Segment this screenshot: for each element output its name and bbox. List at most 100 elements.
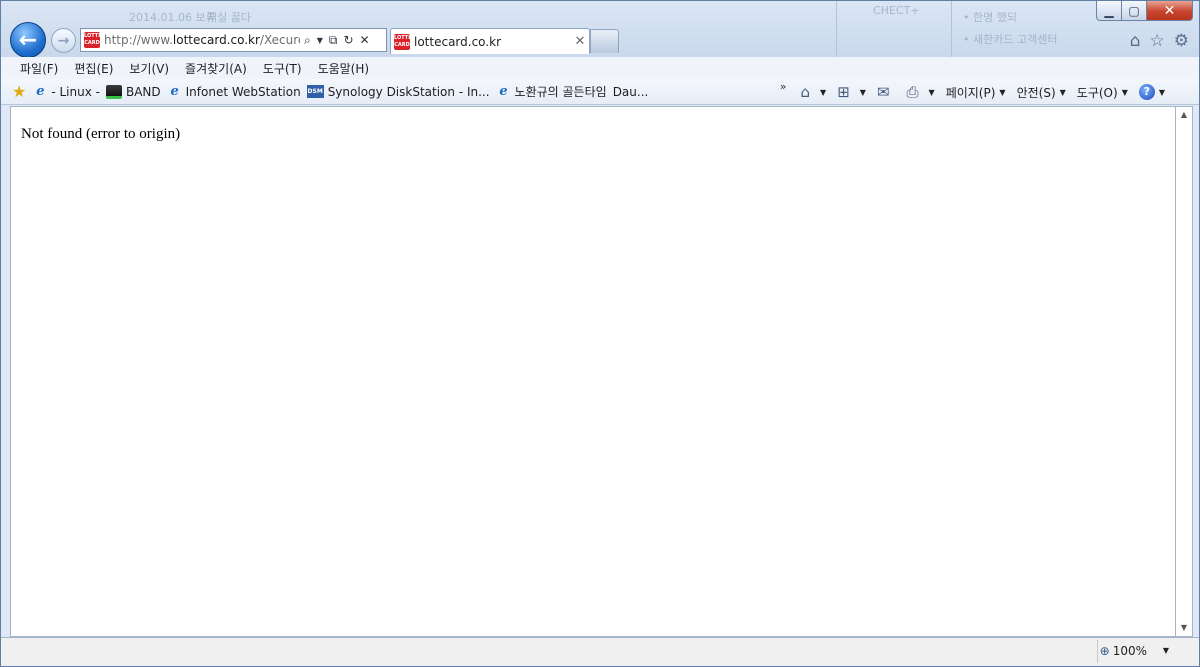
minimize-button[interactable]: ▁: [1096, 1, 1122, 21]
favorite-item-band[interactable]: BAND: [105, 84, 161, 99]
read-mail-button[interactable]: ✉: [877, 83, 896, 101]
rss-feed-icon: ⊞: [837, 83, 850, 101]
scroll-down-arrow-icon[interactable]: ▼: [1176, 620, 1192, 636]
site-icon-text: LOTTE: [394, 34, 412, 41]
status-text-area: [10, 640, 1098, 663]
dsm-icon: DSM: [306, 85, 324, 98]
help-icon: ?: [1138, 84, 1155, 100]
back-button[interactable]: ←: [10, 22, 46, 58]
band-icon: [105, 84, 122, 99]
home-icon: ⌂: [800, 83, 811, 101]
url-domain: lottecard.co.kr: [172, 33, 260, 47]
dropdown-arrow-icon[interactable]: ▼: [929, 88, 935, 97]
status-bar: ⊕ 100% ▼: [1, 637, 1199, 666]
dropdown-arrow-icon[interactable]: ▼: [860, 88, 866, 97]
menu-view[interactable]: 보기(V): [121, 60, 177, 77]
browser-window: 2014.01.06 보류 저실 꿇다 CHECT+ • 한명 했되 • 새한카…: [0, 0, 1200, 667]
arrow-right-icon: →: [57, 32, 70, 49]
page-menu-label: 페이지(P): [945, 85, 996, 100]
command-bar: » ⌂▼ ⊞▼ ✉ ⎙▼ 페이지(P)▼ 안전(S)▼ 도구(O)▼: [780, 79, 1199, 105]
page-menu-button[interactable]: 페이지(P) ▼: [946, 84, 1006, 101]
browser-right-icons: ⌂ ☆ ⚙: [1130, 31, 1189, 51]
tab-lottecard[interactable]: LOTTE CARD lottecard.co.kr ✕: [390, 28, 590, 54]
favorites-overflow-chevron[interactable]: »: [780, 80, 787, 93]
lottecard-site-icon: LOTTE CARD: [394, 33, 412, 50]
url-prefix: http://www.: [104, 33, 173, 47]
menu-file[interactable]: 파일(F): [12, 60, 66, 77]
zoom-dropdown-arrow-icon[interactable]: ▼: [1163, 646, 1169, 655]
favorite-item-linux[interactable]: e - Linux -: [32, 84, 100, 100]
ghost-text: 저실 꿇다: [207, 11, 251, 24]
zoom-control[interactable]: ⊕ 100%: [1100, 644, 1147, 658]
menu-edit[interactable]: 편집(E): [66, 60, 121, 77]
new-tab-button[interactable]: [590, 29, 619, 53]
menu-tools[interactable]: 도구(T): [255, 60, 310, 77]
ghost-text: CHECT+: [873, 4, 920, 17]
favorite-item-daum[interactable]: Dau...: [613, 85, 649, 99]
feeds-button[interactable]: ⊞ ▼: [837, 83, 866, 101]
vertical-scrollbar[interactable]: ▲ ▼: [1176, 106, 1193, 637]
favorite-label: Dau...: [612, 84, 649, 99]
zoom-level: 100%: [1112, 644, 1147, 658]
favorite-item-infonet[interactable]: e Infonet WebStation: [167, 84, 301, 100]
dropdown-arrow-icon[interactable]: ▼: [820, 88, 826, 97]
compatibility-view-icon[interactable]: ⧉: [329, 33, 338, 48]
site-icon-text: CARD: [84, 40, 100, 46]
site-icon-text: CARD: [394, 41, 410, 48]
maximize-button[interactable]: ▢: [1122, 1, 1147, 21]
lottecard-site-icon: LOTTE CARD: [84, 32, 102, 48]
ie-page-icon: e: [36, 83, 45, 99]
search-icon[interactable]: ⌕: [304, 33, 311, 48]
favorites-star-icon[interactable]: ☆: [1150, 31, 1165, 51]
url-text[interactable]: http://www.lottecard.co.kr/XecureOb: [104, 33, 300, 47]
favorite-label: - Linux -: [51, 84, 100, 99]
stop-icon[interactable]: ✕: [360, 33, 370, 47]
dropdown-arrow-icon: ▼: [1121, 87, 1128, 97]
ie-page-icon: e: [499, 83, 508, 99]
favorite-item-goldentime[interactable]: e 노환규의 골든타임: [496, 83, 607, 100]
site-icon-text: LOTTE: [84, 33, 102, 39]
ghost-text: • 한명 했되: [963, 11, 1017, 24]
help-menu-button[interactable]: ? ▼: [1138, 84, 1165, 100]
add-favorite-star-icon[interactable]: ★: [12, 82, 26, 101]
favorite-label: Synology DiskStation - In...: [327, 84, 490, 99]
safety-menu-label: 안전(S): [1016, 85, 1056, 100]
ie-page-icon: e: [170, 83, 179, 99]
menu-bar: 파일(F) 편집(E) 보기(V) 즐겨찾기(A) 도구(T) 도움말(H): [1, 57, 1199, 79]
home-button[interactable]: ⌂ ▼: [801, 83, 827, 101]
tools-menu-label: 도구(O): [1076, 85, 1118, 100]
dropdown-arrow-icon: ▼: [1158, 87, 1165, 97]
menu-favorites[interactable]: 즐겨찾기(A): [177, 60, 255, 77]
forward-button[interactable]: →: [51, 28, 76, 53]
close-tab-icon[interactable]: ✕: [571, 34, 589, 49]
zoom-magnifier-icon: ⊕: [1099, 644, 1110, 658]
tab-title: lottecard.co.kr: [414, 34, 501, 49]
close-window-button[interactable]: ✕: [1147, 1, 1193, 21]
ghost-text: 2014.01.06 보류: [129, 11, 216, 24]
tools-menu-button[interactable]: 도구(O) ▼: [1077, 84, 1128, 101]
favorites-bar: ★ e - Linux - BAND e Infonet WebStation …: [1, 79, 1199, 105]
url-path: /XecureOb: [259, 33, 300, 47]
menu-help[interactable]: 도움말(H): [310, 60, 378, 77]
favorite-item-synology[interactable]: DSM Synology DiskStation - In...: [306, 84, 490, 99]
favorite-label: BAND: [125, 84, 161, 99]
address-bar[interactable]: LOTTE CARD http://www.lottecard.co.kr/Xe…: [80, 28, 387, 52]
printer-icon: ⎙: [906, 83, 919, 101]
scroll-up-arrow-icon[interactable]: ▲: [1176, 107, 1192, 123]
dropdown-arrow-icon: ▼: [999, 87, 1006, 97]
refresh-icon[interactable]: ↻: [343, 33, 353, 47]
favorite-label: 노환규의 골든타임: [514, 85, 607, 99]
favorite-label: Infonet WebStation: [185, 84, 301, 99]
arrow-left-icon: ←: [18, 27, 38, 53]
mail-icon: ✉: [876, 83, 890, 101]
home-icon[interactable]: ⌂: [1130, 31, 1141, 51]
safety-menu-button[interactable]: 안전(S) ▼: [1017, 84, 1066, 101]
dropdown-arrow-icon: ▼: [1059, 87, 1066, 97]
page-content: Not found (error to origin): [10, 106, 1176, 637]
gear-icon[interactable]: ⚙: [1174, 31, 1189, 51]
print-button[interactable]: ⎙ ▼: [907, 83, 935, 101]
ghost-divider: [836, 1, 837, 57]
dropdown-arrow-icon[interactable]: ▼: [317, 36, 323, 45]
ghost-text: • 새한카드 고객센터: [963, 33, 1058, 46]
ghost-divider: [951, 1, 952, 57]
